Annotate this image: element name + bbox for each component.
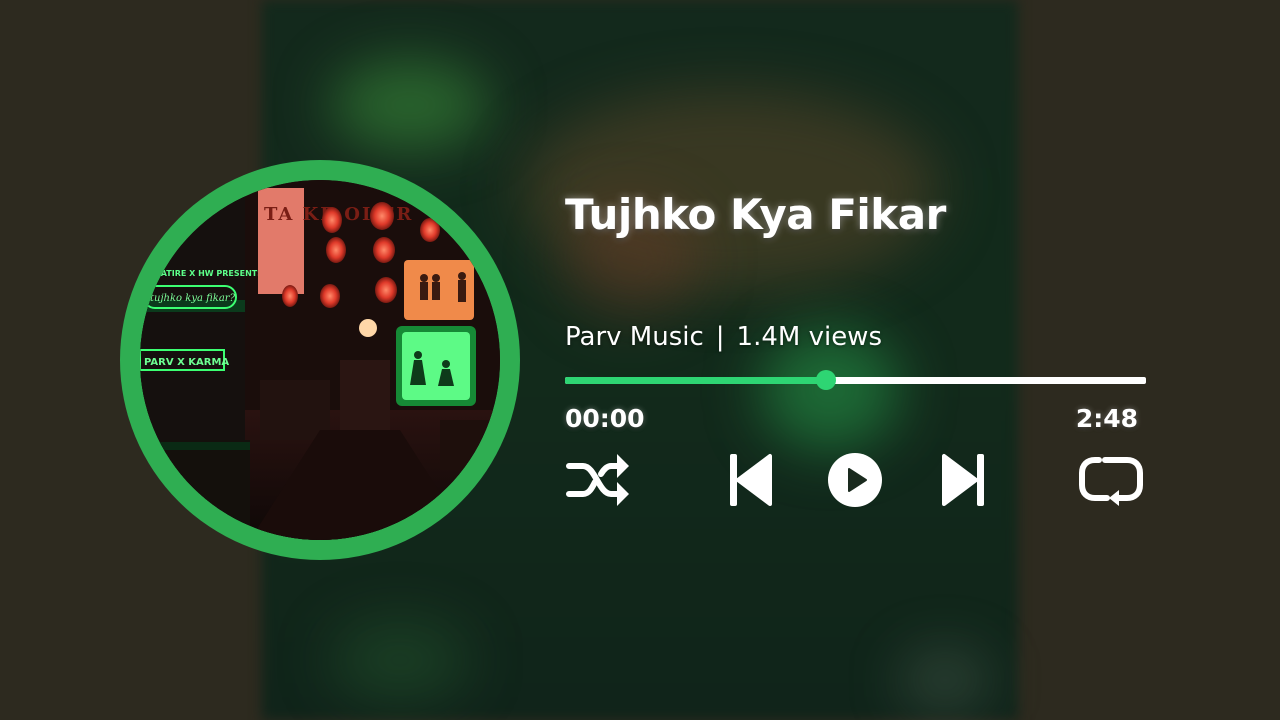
play-button[interactable]: [826, 448, 884, 512]
progress-fill: [565, 377, 826, 384]
view-count: 1.4M views: [736, 322, 882, 352]
current-time: 00:00: [565, 404, 645, 433]
track-title: Tujhko Kya Fikar: [565, 190, 946, 239]
next-button[interactable]: [938, 448, 990, 512]
repeat-button[interactable]: [1076, 448, 1146, 512]
total-time: 2:48: [1075, 404, 1138, 433]
neon-title: tujhko kya fikar?: [150, 293, 236, 304]
skip-next-icon: [942, 454, 984, 506]
previous-button[interactable]: [724, 448, 776, 512]
meta-separator: |: [715, 322, 725, 352]
music-player-screen: X SATIRE X HW PRESENTS tujhko kya fikar?…: [0, 0, 1280, 720]
shuffle-button[interactable]: [563, 448, 633, 512]
background-glow: [330, 60, 490, 150]
progress-slider[interactable]: [565, 370, 1146, 390]
play-icon: [828, 453, 882, 507]
background-glow: [330, 620, 470, 700]
repeat-icon: [1079, 457, 1143, 506]
background-glow: [900, 650, 990, 710]
progress-thumb[interactable]: [815, 370, 836, 390]
shuffle-icon: [566, 454, 629, 506]
neon-credits: X SATIRE X HW PRESENTS: [146, 269, 263, 278]
neon-artists: PARV X KARMA: [144, 357, 229, 368]
artist-name[interactable]: Parv Music: [565, 322, 704, 352]
track-meta: Parv Music | 1.4M views: [565, 322, 882, 352]
album-art: X SATIRE X HW PRESENTS tujhko kya fikar?…: [140, 180, 500, 540]
skip-previous-icon: [730, 454, 772, 506]
album-art-illustration: X SATIRE X HW PRESENTS tujhko kya fikar?…: [140, 180, 500, 540]
